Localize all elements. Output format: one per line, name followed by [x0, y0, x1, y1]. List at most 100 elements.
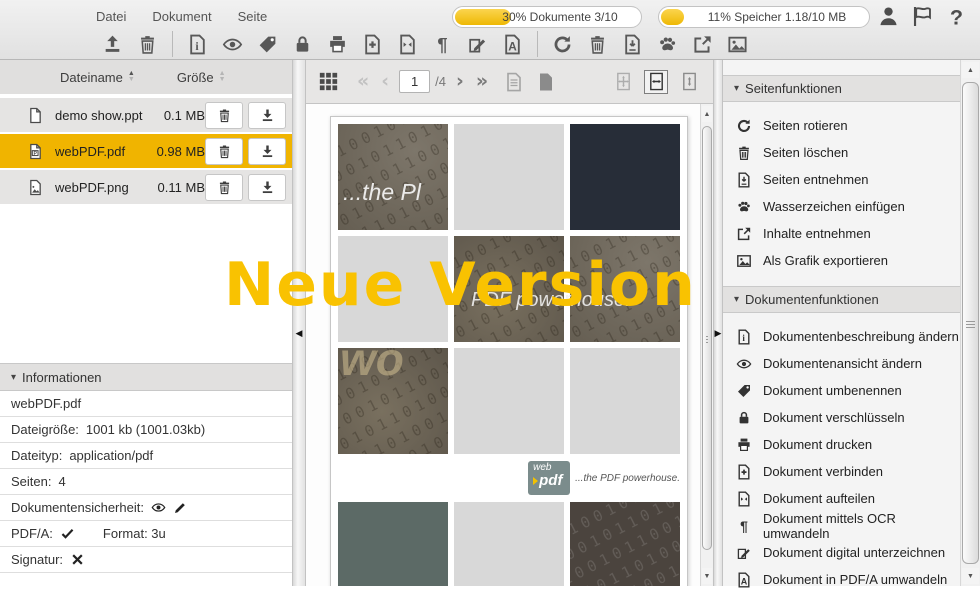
- single-page-view-icon[interactable]: [504, 72, 524, 92]
- export-graphic-item[interactable]: Als Grafik exportieren: [723, 247, 960, 274]
- download-file-button[interactable]: [248, 102, 286, 129]
- preview-logo-caption: ...the PDF powerhouse.: [575, 473, 680, 484]
- left-splitter[interactable]: ◀: [292, 60, 306, 586]
- info-row-filesize: Dateigröße:1001 kb (1001.03kb): [0, 417, 292, 443]
- change-description-item[interactable]: iDokumentenbeschreibung ändern: [723, 323, 960, 350]
- menu-dokument[interactable]: Dokument: [152, 9, 211, 24]
- fit-page-icon: [614, 72, 633, 91]
- export-icon: [692, 34, 713, 55]
- signature-icon: [467, 34, 488, 55]
- page-total: /4: [435, 74, 446, 89]
- documents-quota: 30% Dokumente 3/10: [452, 6, 642, 28]
- header-actions: ?: [877, 5, 968, 28]
- split-button[interactable]: [393, 31, 422, 57]
- delete-file-button[interactable]: [205, 138, 243, 165]
- page-functions-header[interactable]: ▾ Seitenfunktionen: [723, 75, 960, 102]
- extract-pages-button[interactable]: [618, 31, 647, 57]
- download-file-button[interactable]: [248, 174, 286, 201]
- rotate-icon: [736, 118, 752, 134]
- document-info-button[interactable]: i: [183, 31, 212, 57]
- first-page-button[interactable]: «: [357, 72, 369, 91]
- insert-watermark-item[interactable]: Wasserzeichen einfügen: [723, 193, 960, 220]
- right-splitter[interactable]: ▶: [713, 60, 723, 586]
- delete-pages-button[interactable]: [583, 31, 612, 57]
- preview-tile: [338, 236, 448, 342]
- preview-tile: 0110100101101001011001011010010110100101…: [570, 502, 680, 586]
- watermark-button[interactable]: [653, 31, 682, 57]
- delete-pages-item[interactable]: Seiten löschen: [723, 139, 960, 166]
- fit-height-button[interactable]: [677, 70, 701, 94]
- split-document-item[interactable]: Dokument aufteilen: [723, 485, 960, 512]
- language-flag-icon[interactable]: [911, 5, 934, 28]
- extract-content-item[interactable]: Inhalte entnehmen: [723, 220, 960, 247]
- rename-button[interactable]: [253, 31, 282, 57]
- file-row-demo-show-ppt[interactable]: demo show.ppt 0.1 MB: [0, 98, 292, 132]
- merge-button[interactable]: [358, 31, 387, 57]
- info-row-filename: webPDF.pdf: [0, 391, 292, 417]
- page-number-input[interactable]: [399, 70, 430, 93]
- fit-page-button[interactable]: [611, 70, 635, 94]
- view-security-icon[interactable]: [151, 500, 166, 515]
- delete-file-button[interactable]: [205, 102, 243, 129]
- preview-tile: [454, 502, 564, 586]
- thumbnail-view-icon[interactable]: [318, 71, 339, 92]
- sort-by-name[interactable]: Dateiname ▲▼: [60, 70, 135, 85]
- extract-pages-item[interactable]: Seiten entnehmen: [723, 166, 960, 193]
- functions-scrollbar-thumb[interactable]: [962, 82, 979, 564]
- page-extract-icon: [736, 172, 752, 188]
- sign-button[interactable]: [463, 31, 492, 57]
- file-row-webpdf-png[interactable]: webPDF.png 0.11 MB: [0, 170, 292, 204]
- info-panel-header[interactable]: ▾ Informationen: [0, 363, 292, 391]
- convert-pdfa-item[interactable]: ADokument in PDF/A umwandeln: [723, 566, 960, 593]
- upload-button[interactable]: [98, 31, 127, 57]
- delete-file-button[interactable]: [133, 31, 162, 57]
- encrypt-document-item[interactable]: Dokument verschlüsseln: [723, 404, 960, 431]
- continuous-view-icon[interactable]: [536, 72, 556, 92]
- toolbar-divider: [537, 31, 538, 57]
- document-view-button[interactable]: [218, 31, 247, 57]
- prev-page-button[interactable]: ‹: [381, 72, 389, 91]
- menu-datei[interactable]: Datei: [96, 9, 126, 24]
- viewer-scrollbar[interactable]: ▲ ▼: [700, 104, 713, 586]
- functions-scrollbar[interactable]: ▲ ▼: [960, 60, 980, 586]
- trash-icon: [217, 144, 232, 159]
- ocr-document-item[interactable]: ¶Dokument mittels OCR umwandeln: [723, 512, 960, 539]
- extract-content-button[interactable]: [688, 31, 717, 57]
- encrypt-button[interactable]: [288, 31, 317, 57]
- export-graphic-button[interactable]: [723, 31, 752, 57]
- scroll-up-button[interactable]: ▲: [962, 62, 979, 78]
- change-view-item[interactable]: Dokumentenansicht ändern: [723, 350, 960, 377]
- edit-security-icon[interactable]: [173, 500, 188, 515]
- collapse-left-panel-icon[interactable]: ◀: [293, 328, 305, 339]
- user-icon[interactable]: [877, 5, 900, 28]
- document-split-icon: [397, 34, 418, 55]
- scroll-down-button[interactable]: ▼: [962, 568, 979, 584]
- document-functions-header[interactable]: ▾ Dokumentenfunktionen: [723, 286, 960, 313]
- rotate-pages-button[interactable]: [548, 31, 577, 57]
- menu-seite[interactable]: Seite: [238, 9, 268, 24]
- collapse-right-panel-icon[interactable]: ▶: [714, 328, 722, 339]
- check-icon: [60, 526, 75, 541]
- download-file-button[interactable]: [248, 138, 286, 165]
- scroll-down-button[interactable]: ▼: [702, 568, 712, 584]
- print-document-item[interactable]: Dokument drucken: [723, 431, 960, 458]
- rename-document-item[interactable]: Dokument umbenennen: [723, 377, 960, 404]
- eye-icon: [222, 34, 243, 55]
- help-icon[interactable]: ?: [945, 5, 968, 28]
- last-page-button[interactable]: »: [476, 72, 488, 91]
- preview-webpdf-logo: web pdf: [528, 461, 570, 495]
- viewer-scrollbar-thumb[interactable]: [702, 126, 712, 550]
- print-button[interactable]: [323, 31, 352, 57]
- sort-by-size[interactable]: Größe ▲▼: [177, 70, 226, 85]
- ocr-button[interactable]: ¶: [428, 31, 457, 57]
- delete-file-button[interactable]: [205, 174, 243, 201]
- sign-document-item[interactable]: Dokument digital unterzeichnen: [723, 539, 960, 566]
- fit-width-button[interactable]: [644, 70, 668, 94]
- pdfa-button[interactable]: A: [498, 31, 527, 57]
- rotate-pages-item[interactable]: Seiten rotieren: [723, 112, 960, 139]
- merge-document-item[interactable]: Dokument verbinden: [723, 458, 960, 485]
- next-page-button[interactable]: ›: [456, 72, 464, 91]
- file-row-webpdf-pdf[interactable]: P webPDF.pdf 0.98 MB: [0, 134, 292, 168]
- scroll-up-button[interactable]: ▲: [702, 106, 712, 122]
- sort-icons-size: ▲▼: [219, 71, 226, 83]
